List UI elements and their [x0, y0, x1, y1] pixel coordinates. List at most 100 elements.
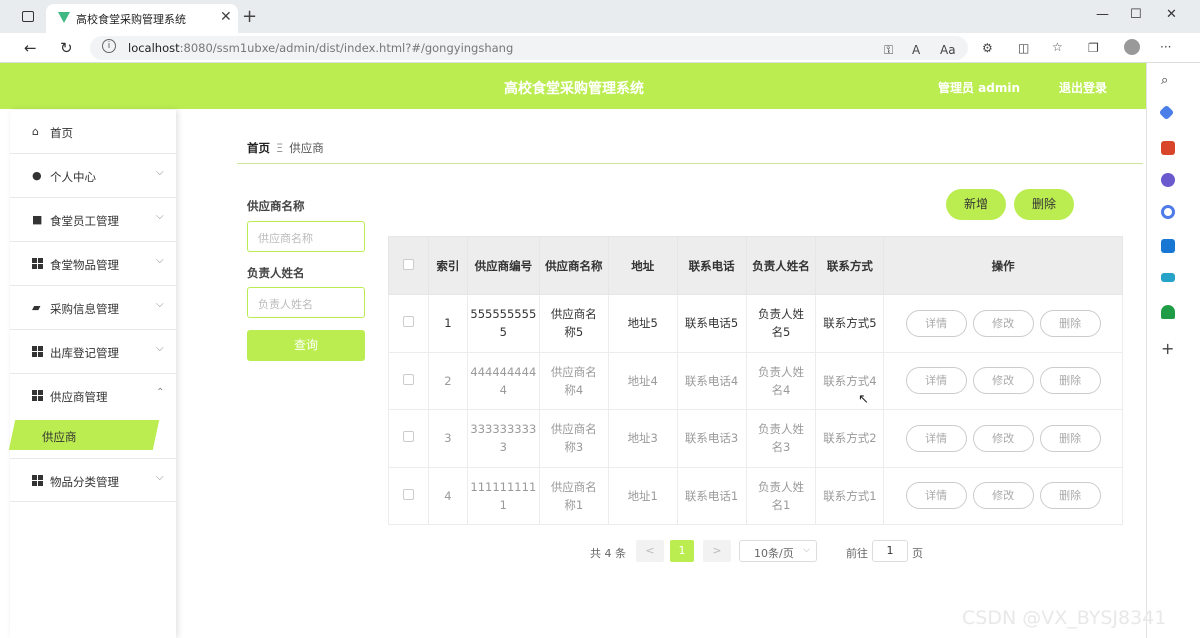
edit-button[interactable]: 修改 [972, 424, 1034, 452]
cell-index: 3 [427, 409, 468, 468]
person-text: 负责人姓名1 [757, 479, 804, 512]
outlook-icon[interactable] [1161, 239, 1175, 253]
toolbox-icon[interactable] [1161, 141, 1175, 155]
cell-phone: 联系电话3 [676, 409, 747, 468]
code-text: 3333333333 [470, 422, 537, 455]
window-menu-icon[interactable] [22, 11, 34, 22]
edit-button[interactable]: 修改 [972, 309, 1034, 337]
supplier-name-label: 供应商名称 [247, 199, 305, 213]
cell-person: 负责人姓名1 [745, 466, 817, 525]
page-1-button[interactable]: 1 [670, 540, 694, 562]
row-checkbox[interactable] [402, 431, 414, 443]
cell-ops: 详情 修改 删除 [883, 409, 1123, 468]
split-screen-icon[interactable]: ◫ [1018, 41, 1029, 55]
cell-ops: 详情 修改 删除 [883, 466, 1123, 525]
menu-item-category[interactable]: 物品分类管理 ⌵ [10, 458, 176, 502]
detail-button[interactable]: 详情 [905, 367, 967, 395]
browser-tab[interactable]: 高校食堂采购管理系统 ✕ [46, 4, 238, 33]
more-menu-icon[interactable]: ··· [1160, 40, 1171, 54]
row-checkbox[interactable] [402, 488, 414, 500]
menu-label: 供应商管理 [50, 390, 108, 404]
new-tab-icon[interactable]: + [242, 6, 257, 27]
minimize-icon[interactable]: — [1096, 7, 1109, 22]
row-checkbox[interactable] [402, 316, 414, 328]
menu-item-purchase[interactable]: ▰ 采购信息管理 ⌵ [10, 286, 176, 330]
menu-label: 食堂物品管理 [50, 258, 119, 272]
chevron-down-icon: ⌵ [156, 472, 164, 483]
maximize-icon[interactable]: ☐ [1130, 7, 1142, 22]
url-field[interactable]: i localhost:8080/ssm1ubxe/admin/dist/ind… [90, 36, 968, 60]
tag-icon[interactable] [1158, 104, 1175, 121]
url-text: localhost:8080/ssm1ubxe/admin/dist/index… [128, 41, 513, 55]
add-sidebar-icon[interactable]: + [1161, 339, 1175, 358]
send-icon[interactable] [1161, 273, 1175, 282]
edit-button[interactable]: 修改 [972, 367, 1034, 395]
detail-button[interactable]: 详情 [905, 309, 967, 337]
extensions-icon[interactable]: ⚙ [982, 41, 993, 55]
goto-page-input[interactable]: 1 [872, 540, 908, 562]
profile-avatar[interactable] [1124, 39, 1140, 55]
menu-item-home[interactable]: ⌂ 首页 [10, 110, 176, 154]
batch-delete-button[interactable]: 删除 [1014, 189, 1074, 220]
row-select-cell [388, 409, 429, 468]
table-row: 2 4444444444 供应商名称4 地址4 联系电话4 负责人姓名4 联系方… [388, 351, 1123, 410]
grid-icon [32, 390, 43, 401]
mouse-cursor-icon: ↖ [858, 392, 869, 407]
menu-item-staff[interactable]: ■ 食堂员工管理 ⌵ [10, 198, 176, 242]
header-code: 供应商编号 [466, 236, 540, 295]
delete-button[interactable]: 删除 [1039, 367, 1101, 395]
query-button[interactable]: 查询 [247, 330, 365, 361]
cell-code: 5555555555 [466, 294, 540, 353]
collections-icon[interactable]: ❐ [1088, 41, 1099, 55]
add-button[interactable]: 新增 [946, 189, 1006, 220]
app-header: 高校食堂采购管理系统 管理员 admin 退出登录 [0, 63, 1146, 109]
favorites-icon[interactable]: ☆ [1052, 40, 1063, 54]
tree-icon[interactable] [1161, 305, 1175, 319]
info-icon[interactable]: i [102, 39, 116, 53]
office-icon[interactable] [1161, 205, 1175, 219]
csdn-watermark: CSDN @VX_BYSJ8341 [962, 607, 1167, 629]
name-text: 供应商名称3 [550, 422, 597, 455]
page-unit-label: 页 [912, 547, 923, 560]
read-aloud-icon[interactable]: A [912, 43, 920, 57]
cell-code: 4444444444 [466, 351, 540, 410]
submenu-item-supplier[interactable]: 供应商 [42, 429, 77, 445]
cell-person: 负责人姓名5 [745, 294, 817, 353]
menu-item-outbound[interactable]: 出库登记管理 ⌵ [10, 330, 176, 374]
menu-item-goods[interactable]: 食堂物品管理 ⌵ [10, 242, 176, 286]
logout-link[interactable]: 退出登录 [1059, 79, 1107, 96]
header-contact: 联系方式 [815, 236, 885, 295]
person-name-input[interactable]: 负责人姓名 [247, 287, 365, 318]
immersive-reader-icon[interactable]: Aa [940, 43, 956, 57]
people-icon[interactable] [1161, 173, 1175, 187]
search-icon[interactable]: ⌕ [1161, 73, 1175, 88]
delete-button[interactable]: 删除 [1039, 482, 1101, 510]
delete-button[interactable]: 删除 [1039, 424, 1101, 452]
menu-item-supplier-mgmt[interactable]: 供应商管理 ⌃ [10, 374, 176, 418]
tab-close-icon[interactable]: ✕ [220, 9, 232, 25]
row-checkbox[interactable] [402, 373, 414, 385]
select-all-cell [388, 236, 429, 295]
table-row: 1 5555555555 供应商名称5 地址5 联系电话5 负责人姓名5 联系方… [388, 294, 1123, 353]
briefcase-icon: ■ [32, 213, 43, 226]
cell-ops: 详情 修改 删除 [883, 294, 1123, 353]
reload-icon[interactable]: ↻ [60, 39, 73, 57]
delete-button[interactable]: 删除 [1039, 309, 1101, 337]
select-all-checkbox[interactable] [402, 258, 414, 270]
page-size-select[interactable]: 10条/页 ⌵ [739, 540, 817, 562]
breadcrumb-current: 供应商 [289, 141, 324, 155]
supplier-name-input[interactable]: 供应商名称 [247, 221, 365, 252]
cell-address: 地址1 [607, 466, 678, 525]
menu-item-personal[interactable]: ● 个人中心 ⌵ [10, 154, 176, 198]
edit-button[interactable]: 修改 [972, 482, 1034, 510]
detail-button[interactable]: 详情 [905, 482, 967, 510]
cart-icon: ▰ [32, 301, 41, 314]
window-close-icon[interactable]: ✕ [1166, 7, 1177, 22]
back-icon[interactable]: ← [24, 39, 37, 57]
breadcrumb-home[interactable]: 首页 [247, 141, 270, 155]
detail-button[interactable]: 详情 [905, 424, 967, 452]
next-page-button[interactable]: > [703, 540, 731, 562]
prev-page-button[interactable]: < [636, 540, 664, 562]
person-text: 负责人姓名4 [757, 364, 804, 397]
key-icon[interactable]: ⚿ [884, 43, 893, 58]
